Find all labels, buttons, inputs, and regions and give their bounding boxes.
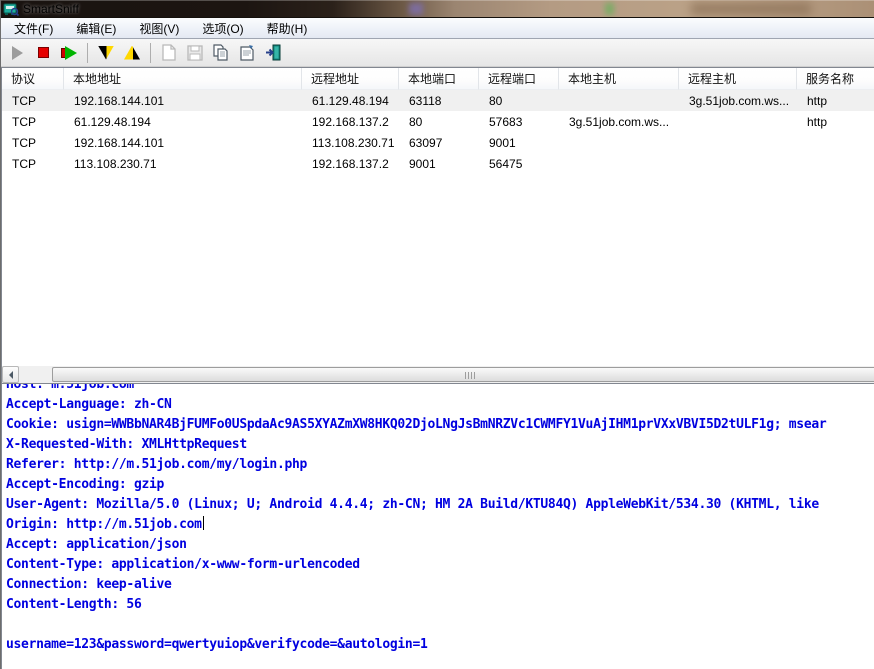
table-cell: 3g.51job.com.ws... xyxy=(679,90,797,111)
http-header-line: User-Agent: Mozilla/5.0 (Linux; U; Andro… xyxy=(6,495,874,515)
table-cell xyxy=(559,132,679,153)
table-cell: 113.108.230.71 xyxy=(302,132,399,153)
scroll-left-button[interactable] xyxy=(2,366,19,383)
table-cell: 63118 xyxy=(399,90,479,111)
table-cell: 9001 xyxy=(399,153,479,174)
http-header-line: Host: m.51job.com xyxy=(6,383,874,395)
column-header[interactable]: 服务名称 xyxy=(797,68,874,90)
column-header[interactable]: 远程端口 xyxy=(479,68,559,90)
http-header-line: Origin: http://m.51job.com xyxy=(6,515,874,535)
table-cell: 61.129.48.194 xyxy=(64,111,302,132)
column-header[interactable]: 本地端口 xyxy=(399,68,479,90)
exit-icon[interactable] xyxy=(262,42,284,64)
http-header-line: Cookie: usign=WWBbNAR4BjFUMFo0USpdaAc9AS… xyxy=(6,415,874,435)
table-body: TCP192.168.144.10161.129.48.19463118803g… xyxy=(2,90,874,174)
scrollbar-thumb[interactable] xyxy=(52,367,874,382)
http-request-text: Host: m.51job.comAccept-Language: zh-CNC… xyxy=(2,383,874,655)
column-header[interactable]: 本地主机 xyxy=(559,68,679,90)
table-cell xyxy=(797,153,874,174)
table-cell: 80 xyxy=(399,111,479,132)
menu-item[interactable]: 编辑(E) xyxy=(67,18,125,38)
menu-item[interactable]: 选项(O) xyxy=(193,18,252,38)
filter-up-icon[interactable] xyxy=(121,42,143,64)
menu-item[interactable]: 帮助(H) xyxy=(258,18,317,38)
desktop-blur-blob xyxy=(691,3,811,15)
table-cell: 192.168.144.101 xyxy=(64,90,302,111)
table-cell: 63097 xyxy=(399,132,479,153)
table-cell: 192.168.137.2 xyxy=(302,153,399,174)
table-cell: TCP xyxy=(2,111,64,132)
table-cell: 192.168.137.2 xyxy=(302,111,399,132)
table-cell: 61.129.48.194 xyxy=(302,90,399,111)
table-cell: TCP xyxy=(2,90,64,111)
http-header-line: Accept-Encoding: gzip xyxy=(6,475,874,495)
menu-bar: 文件(F)编辑(E)视图(V)选项(O) 帮助(H) xyxy=(1,18,874,39)
packet-detail-pane[interactable]: Host: m.51job.comAccept-Language: zh-CNC… xyxy=(1,383,874,669)
smartsniff-app-icon[interactable] xyxy=(3,1,19,17)
http-header-line: Content-Length: 56 xyxy=(6,595,874,615)
table-header-row: 协议本地地址远程地址本地端口远程端口本地主机远程主机服务名称 xyxy=(2,68,874,90)
table-cell: 192.168.144.101 xyxy=(64,132,302,153)
stop-capture-icon[interactable] xyxy=(32,42,54,64)
column-header[interactable]: 本地地址 xyxy=(64,68,302,90)
window-title: SmartSniff xyxy=(23,2,79,16)
menu-item[interactable]: 视图(V) xyxy=(130,18,188,38)
table-cell: 57683 xyxy=(479,111,559,132)
connections-list: 协议本地地址远程地址本地端口远程端口本地主机远程主机服务名称 TCP192.16… xyxy=(1,67,874,383)
horizontal-scrollbar[interactable] xyxy=(2,366,874,383)
http-header-line: Content-Type: application/x-www-form-url… xyxy=(6,555,874,575)
toolbar-separator xyxy=(87,43,88,63)
table-cell: 9001 xyxy=(479,132,559,153)
play-icon[interactable] xyxy=(6,42,28,64)
menu-item[interactable]: 文件(F) xyxy=(5,18,62,38)
http-header-line: X-Requested-With: XMLHttpRequest xyxy=(6,435,874,455)
table-cell: http xyxy=(797,111,874,132)
table-row[interactable]: TCP113.108.230.71192.168.137.2900156475 xyxy=(2,153,874,174)
table-cell: 3g.51job.com.ws... xyxy=(559,111,679,132)
desktop-blur-blob xyxy=(605,3,614,15)
table-cell: 80 xyxy=(479,90,559,111)
http-header-line: Referer: http://m.51job.com/my/login.php xyxy=(6,455,874,475)
column-header[interactable]: 远程地址 xyxy=(302,68,399,90)
table-cell xyxy=(559,153,679,174)
title-bar[interactable]: SmartSniff xyxy=(1,0,874,18)
text-cursor xyxy=(203,516,204,530)
column-header[interactable]: 协议 xyxy=(2,68,64,90)
save-icon[interactable] xyxy=(184,42,206,64)
column-header[interactable]: 远程主机 xyxy=(679,68,797,90)
toolbar xyxy=(1,39,874,67)
start-capture-icon[interactable] xyxy=(58,42,80,64)
table-row[interactable]: TCP61.129.48.194192.168.137.280576833g.5… xyxy=(2,111,874,132)
table-row[interactable]: TCP192.168.144.101113.108.230.7163097900… xyxy=(2,132,874,153)
http-header-line: username=123&password=qwertyuiop&verifyc… xyxy=(6,635,874,655)
smartsniff-window: SmartSniff 文件(F)编辑(E)视图(V)选项(O) 帮助(H) xyxy=(0,0,874,669)
copy-icon[interactable] xyxy=(210,42,232,64)
table-cell: 56475 xyxy=(479,153,559,174)
table-cell xyxy=(797,132,874,153)
table-row[interactable]: TCP192.168.144.10161.129.48.1946311880 3g… xyxy=(2,90,874,111)
table-cell: TCP xyxy=(2,132,64,153)
new-file-icon[interactable] xyxy=(158,42,180,64)
http-header-line: Accept: application/json xyxy=(6,535,874,555)
http-header-line: Connection: keep-alive xyxy=(6,575,874,595)
table-cell: http xyxy=(797,90,874,111)
table-cell: 113.108.230.71 xyxy=(64,153,302,174)
toolbar-separator xyxy=(150,43,151,63)
filter-down-icon[interactable] xyxy=(95,42,117,64)
http-header-line: Accept-Language: zh-CN xyxy=(6,395,874,415)
table-cell xyxy=(679,153,797,174)
table-cell: TCP xyxy=(2,153,64,174)
table-cell xyxy=(679,132,797,153)
desktop-blur-blob xyxy=(409,3,423,15)
table-cell xyxy=(559,90,679,111)
http-header-line xyxy=(6,615,874,635)
scrollbar-grip-icon xyxy=(465,372,475,379)
table-cell xyxy=(679,111,797,132)
scroll-left-arrow-icon xyxy=(9,371,13,379)
properties-icon[interactable] xyxy=(236,42,258,64)
